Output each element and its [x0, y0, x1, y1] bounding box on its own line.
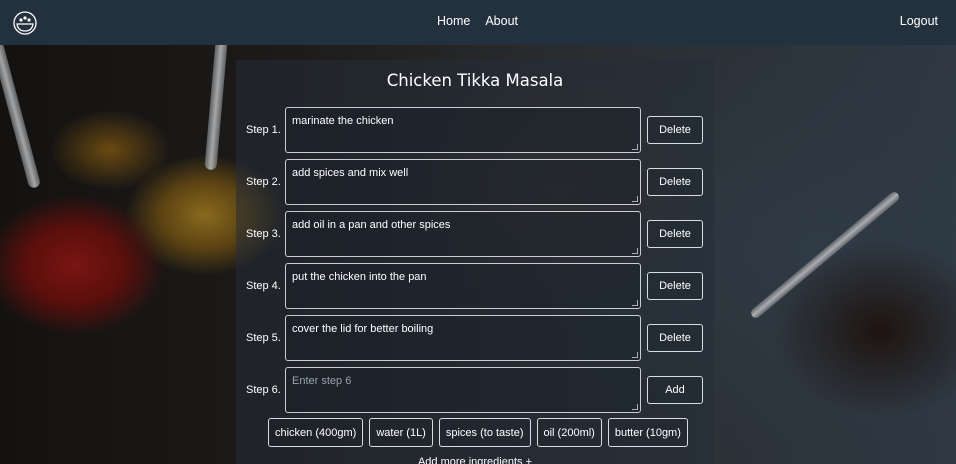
recipe-card: Chicken Tikka Masala Step 1. marinate th… — [236, 60, 714, 464]
add-step-button[interactable]: Add — [647, 376, 703, 404]
add-more-ingredients-link[interactable]: Add more ingredients + — [236, 456, 714, 464]
new-step-row: Step 6. Enter step 6 Add — [236, 367, 714, 415]
resize-grip-icon[interactable] — [632, 352, 638, 358]
nav-links: Home About — [437, 14, 518, 28]
step-textarea[interactable]: put the chicken into the pan — [285, 263, 641, 309]
step-row: Step 1. marinate the chicken Delete — [236, 107, 714, 155]
step-textarea[interactable]: marinate the chicken — [285, 107, 641, 153]
ingredient-chip[interactable]: butter (10gm) — [607, 418, 688, 447]
background-spoon — [0, 41, 42, 189]
step-row: Step 4. put the chicken into the pan Del… — [236, 263, 714, 311]
step-label: Step 6. — [246, 384, 281, 396]
step-textarea[interactable]: add spices and mix well — [285, 159, 641, 205]
delete-step-button[interactable]: Delete — [647, 116, 703, 144]
nav-home-link[interactable]: Home — [437, 14, 470, 28]
step-row: Step 3. add oil in a pan and other spice… — [236, 211, 714, 259]
nav-about-link[interactable]: About — [485, 14, 518, 28]
chef-bowl-icon[interactable] — [12, 10, 38, 36]
step-label: Step 2. — [246, 176, 281, 188]
background-spoon — [204, 39, 228, 171]
resize-grip-icon[interactable] — [632, 300, 638, 306]
step-textarea[interactable]: cover the lid for better boiling — [285, 315, 641, 361]
delete-step-button[interactable]: Delete — [647, 324, 703, 352]
step-row: Step 2. add spices and mix well Delete — [236, 159, 714, 207]
step-label: Step 3. — [246, 228, 281, 240]
ingredient-chip[interactable]: water (1L) — [369, 418, 433, 447]
ingredient-chip[interactable]: spices (to taste) — [438, 418, 531, 447]
resize-grip-icon[interactable] — [632, 196, 638, 202]
step-textarea[interactable]: add oil in a pan and other spices — [285, 211, 641, 257]
top-navbar: Home About Logout — [0, 0, 956, 45]
ingredient-list: chicken (400gm) water (1L) spices (to ta… — [268, 418, 688, 447]
ingredient-chip[interactable]: chicken (400gm) — [268, 418, 364, 447]
recipe-title: Chicken Tikka Masala — [386, 71, 564, 90]
delete-step-button[interactable]: Delete — [647, 220, 703, 248]
delete-step-button[interactable]: Delete — [647, 168, 703, 196]
delete-step-button[interactable]: Delete — [647, 272, 703, 300]
step-label: Step 1. — [246, 124, 281, 136]
ingredient-chip[interactable]: oil (200ml) — [536, 418, 602, 447]
background-spoon — [749, 190, 901, 320]
logout-link[interactable]: Logout — [900, 14, 938, 28]
step-label: Step 4. — [246, 280, 281, 292]
step-label: Step 5. — [246, 332, 281, 344]
resize-grip-icon[interactable] — [632, 404, 638, 410]
step-row: Step 5. cover the lid for better boiling… — [236, 315, 714, 363]
resize-grip-icon[interactable] — [632, 248, 638, 254]
resize-grip-icon[interactable] — [632, 144, 638, 150]
new-step-input[interactable]: Enter step 6 — [285, 367, 641, 413]
